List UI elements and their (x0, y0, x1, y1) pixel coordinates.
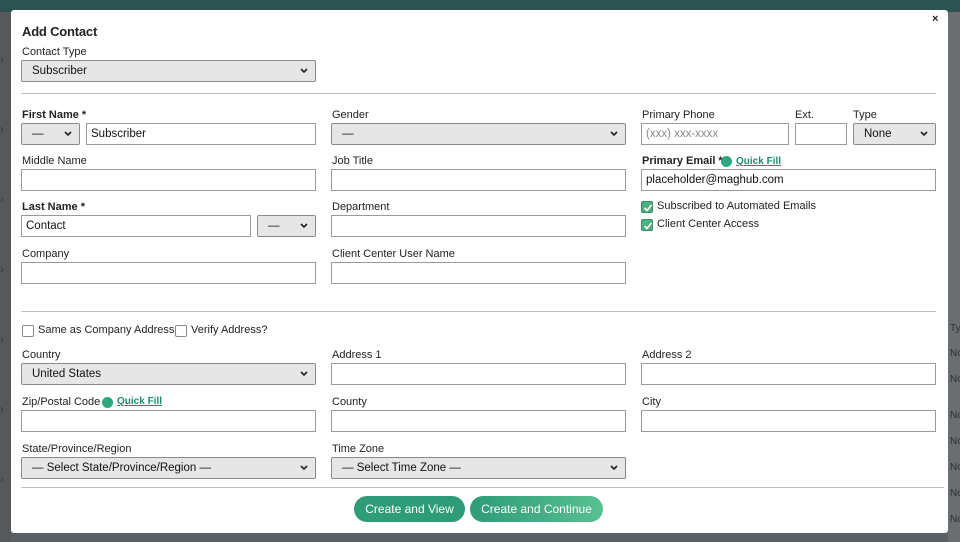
email-quick-fill-link[interactable]: Quick Fill (736, 156, 781, 167)
name-prefix-value: — (32, 128, 44, 140)
client-center-access-label: Client Center Access (657, 218, 760, 230)
state-value: — Select State/Province/Region — (32, 462, 211, 474)
middle-name-input[interactable] (21, 169, 316, 191)
contact-type-value: Subscriber (32, 65, 87, 77)
verify-address-label: Verify Address? (191, 324, 268, 336)
chevron-down-icon (64, 131, 72, 137)
gender-select[interactable]: — (331, 123, 626, 145)
section-divider (21, 93, 936, 94)
chevron-down-icon (300, 68, 308, 74)
same-as-company-checkbox[interactable] (22, 325, 34, 337)
time-zone-select[interactable]: — Select Time Zone — (331, 457, 626, 479)
background-cell: Nc (950, 488, 960, 499)
chevron-right-icon: › (0, 402, 4, 416)
background-right-panel: Ty Nc Nc Nc Nc Nc Nc Nc (948, 12, 960, 542)
dialog-title: Add Contact (22, 24, 98, 39)
department-label: Department (332, 201, 390, 213)
background-cell: Nc (950, 410, 960, 421)
client-center-access-checkbox[interactable] (641, 219, 653, 231)
create-and-view-button[interactable]: Create and View (354, 496, 465, 522)
contact-type-label: Contact Type (22, 46, 87, 58)
country-value: United States (32, 368, 102, 380)
zip-input[interactable] (21, 410, 316, 432)
background-left-panel: › › › › › › › (0, 12, 11, 542)
first-name-label: First Name * (22, 109, 87, 121)
client-center-user-name-input[interactable] (331, 262, 626, 284)
chevron-right-icon: › (0, 52, 4, 66)
first-name-input[interactable] (86, 123, 316, 145)
address2-input[interactable] (641, 363, 936, 385)
section-divider (21, 311, 936, 312)
last-name-input[interactable] (21, 215, 251, 237)
chevron-right-icon: › (0, 472, 4, 486)
country-label: Country (22, 349, 61, 361)
footer-divider (21, 487, 944, 488)
last-name-label: Last Name * (22, 201, 85, 213)
subscribed-checkbox[interactable] (641, 201, 653, 213)
primary-email-input[interactable] (641, 169, 936, 191)
check-icon (643, 222, 653, 230)
chevron-right-icon: › (0, 122, 4, 136)
gender-label: Gender (332, 109, 369, 121)
client-center-user-name-label: Client Center User Name (332, 248, 455, 260)
phone-type-select[interactable]: None (853, 123, 936, 145)
job-title-input[interactable] (331, 169, 626, 191)
middle-name-label: Middle Name (22, 155, 87, 167)
background-cell: Nc (950, 514, 960, 525)
contact-type-select[interactable]: Subscriber (21, 60, 316, 82)
quick-fill-icon (102, 397, 113, 408)
time-zone-value: — Select Time Zone — (342, 462, 461, 474)
verify-address-checkbox[interactable] (175, 325, 187, 337)
company-input[interactable] (21, 262, 316, 284)
phone-type-value: None (864, 128, 892, 140)
close-icon[interactable]: × (932, 13, 938, 25)
check-icon (643, 204, 653, 212)
state-label: State/Province/Region (22, 443, 132, 455)
zip-quick-fill-link[interactable]: Quick Fill (117, 396, 162, 407)
chevron-right-icon: › (0, 262, 4, 276)
county-label: County (332, 396, 367, 408)
primary-phone-input[interactable] (641, 123, 789, 145)
same-as-company-label: Same as Company Address? (38, 324, 181, 336)
ext-input[interactable] (795, 123, 847, 145)
background-cell: Nc (950, 374, 960, 385)
department-input[interactable] (331, 215, 626, 237)
chevron-down-icon (920, 131, 928, 137)
city-label: City (642, 396, 661, 408)
name-prefix-select[interactable]: — (21, 123, 80, 145)
job-title-label: Job Title (332, 155, 373, 167)
zip-label: Zip/Postal Code (22, 396, 101, 408)
chevron-right-icon: › (0, 192, 4, 206)
primary-email-label: Primary Email * (642, 155, 723, 167)
phone-type-label: Type (853, 109, 877, 121)
county-input[interactable] (331, 410, 626, 432)
chevron-right-icon: › (0, 332, 4, 346)
background-cell: Ty (950, 323, 960, 334)
name-suffix-select[interactable]: — (257, 215, 316, 237)
chevron-down-icon (610, 465, 618, 471)
address2-label: Address 2 (642, 349, 692, 361)
company-label: Company (22, 248, 70, 260)
gender-value: — (342, 128, 354, 140)
city-input[interactable] (641, 410, 936, 432)
country-select[interactable]: United States (21, 363, 316, 385)
chevron-down-icon (610, 131, 618, 137)
address1-input[interactable] (331, 363, 626, 385)
background-cell: Nc (950, 462, 960, 473)
primary-phone-label: Primary Phone (642, 109, 715, 121)
ext-label: Ext. (795, 109, 814, 121)
address1-label: Address 1 (332, 349, 382, 361)
quick-fill-icon (721, 156, 732, 167)
time-zone-label: Time Zone (332, 443, 385, 455)
chevron-down-icon (300, 465, 308, 471)
state-select[interactable]: — Select State/Province/Region — (21, 457, 316, 479)
background-cell: Nc (950, 436, 960, 447)
name-suffix-value: — (268, 220, 280, 232)
chevron-down-icon (300, 371, 308, 377)
chevron-down-icon (300, 223, 308, 229)
add-contact-dialog: Add Contact × Contact Type Subscriber Fi… (11, 10, 948, 533)
background-cell: Nc (950, 348, 960, 359)
subscribed-label: Subscribed to Automated Emails (657, 200, 816, 212)
create-and-continue-button[interactable]: Create and Continue (470, 496, 603, 522)
